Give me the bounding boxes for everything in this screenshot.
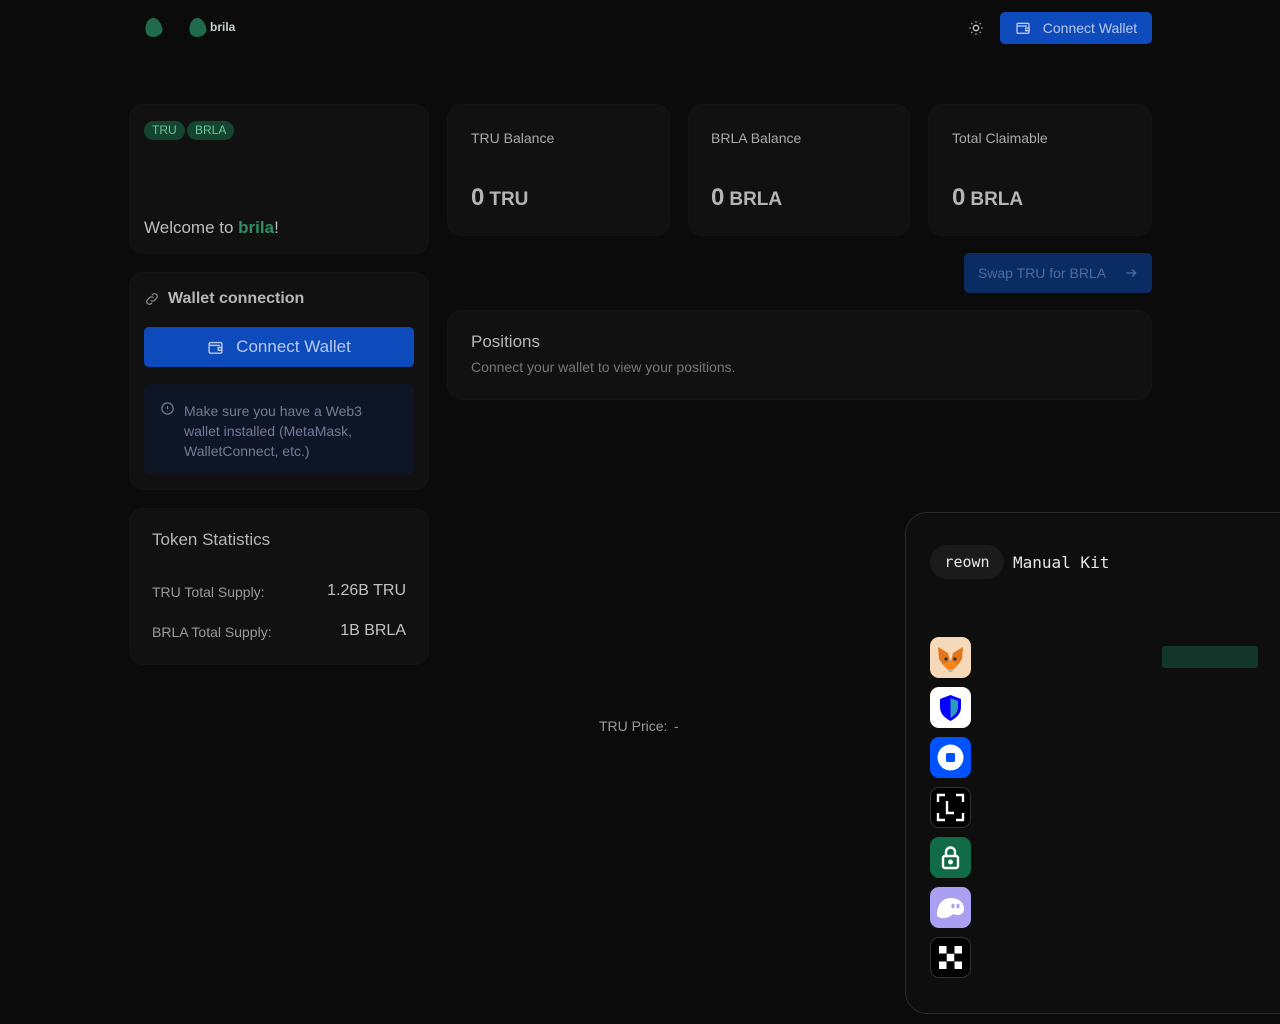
wallet-connection-title: Wallet connection	[168, 290, 305, 307]
wallet-icon	[1015, 20, 1031, 36]
swap-tru-brla-button[interactable]: Swap TRU for BRLA	[964, 253, 1152, 293]
tru-price-value: -	[674, 718, 679, 734]
positions-subtitle: Connect your wallet to view your positio…	[471, 359, 736, 375]
safe-icon[interactable]	[930, 837, 971, 878]
arrow-right-icon	[1124, 266, 1138, 280]
total-claimable-label: Total Claimable	[952, 130, 1048, 146]
header-connect-wallet-label: Connect Wallet	[1042, 20, 1138, 36]
wallet-icon	[207, 339, 224, 356]
coinbase-wallet-icon[interactable]	[930, 737, 971, 778]
wallet-info-text: Make sure you have a Web3 wallet install…	[184, 403, 362, 459]
link-icon	[144, 291, 160, 312]
tru-balance-value: 0 TRU	[471, 184, 529, 211]
sun-icon	[969, 21, 983, 35]
brla-balance-value: 0 BRLA	[711, 184, 783, 211]
brand-logo-icon	[187, 16, 208, 39]
ledger-icon[interactable]	[930, 787, 971, 828]
trust-wallet-icon[interactable]	[930, 687, 971, 728]
tru-supply-label: TRU Total Supply:	[152, 584, 265, 600]
connect-wallet-label: Connect Wallet	[236, 337, 351, 356]
tru-balance-card	[447, 104, 670, 236]
positions-title: Positions	[471, 332, 540, 351]
connect-wallet-button[interactable]: Connect Wallet	[144, 327, 414, 367]
metamask-icon[interactable]	[930, 637, 971, 678]
reown-logo: reown	[930, 545, 1004, 579]
manual-kit-title: Manual Kit	[1013, 553, 1110, 572]
app-logo-icon[interactable]	[143, 16, 164, 39]
brla-supply-label: BRLA Total Supply:	[152, 624, 272, 640]
swap-label: Swap TRU for BRLA	[977, 265, 1107, 281]
total-claimable-value: 0 BRLA	[952, 184, 1024, 211]
brla-supply-value: 1B BRLA	[340, 622, 406, 639]
tru-price-label: TRU Price:	[599, 718, 668, 734]
status-indicator	[1162, 646, 1258, 668]
brand-name: brila	[210, 20, 236, 34]
header-connect-wallet-button[interactable]: Connect Wallet	[1000, 12, 1152, 44]
welcome-brand: brila	[238, 218, 275, 237]
total-claimable-card	[928, 104, 1152, 236]
info-icon	[160, 401, 175, 421]
brla-balance-label: BRLA Balance	[711, 130, 802, 146]
welcome-text: Welcome to brila!	[144, 218, 279, 237]
theme-toggle-button[interactable]	[966, 18, 986, 38]
okx-icon[interactable]	[930, 937, 971, 978]
brla-badge: BRLA	[187, 121, 235, 140]
tru-balance-label: TRU Balance	[471, 130, 555, 146]
phantom-icon[interactable]	[930, 887, 971, 928]
token-statistics-title: Token Statistics	[152, 530, 271, 549]
brla-balance-card	[688, 104, 910, 236]
positions-card	[447, 310, 1152, 400]
tru-supply-value: 1.26B TRU	[327, 582, 406, 599]
tru-badge: TRU	[144, 121, 185, 140]
